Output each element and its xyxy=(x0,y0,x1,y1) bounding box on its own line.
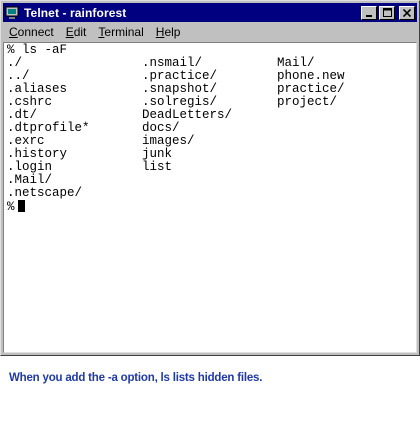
menu-help[interactable]: Help xyxy=(150,23,187,41)
telnet-window: Telnet - rainforest Connect Edit Termina… xyxy=(0,0,420,356)
close-button[interactable] xyxy=(399,5,415,20)
caption-text: When you add the -a option, ls lists hid… xyxy=(9,372,263,384)
menu-terminal[interactable]: Terminal xyxy=(92,23,149,41)
window-title: Telnet - rainforest xyxy=(24,5,127,20)
minimize-button[interactable] xyxy=(361,5,377,20)
listing-row: .login list xyxy=(7,161,407,174)
file-entry: .netscape/ xyxy=(7,186,83,200)
file-entry: list xyxy=(142,160,173,174)
telnet-app-icon[interactable] xyxy=(5,6,19,20)
menu-edit[interactable]: Edit xyxy=(60,23,93,41)
title-bar[interactable]: Telnet - rainforest xyxy=(3,3,417,22)
prompt-line: % xyxy=(7,200,25,214)
listing-row: .dtprofile* docs/ xyxy=(7,122,407,135)
maximize-button[interactable] xyxy=(379,5,395,20)
menu-connect[interactable]: Connect xyxy=(3,23,60,41)
shell-prompt: % xyxy=(7,200,15,214)
file-entry: project/ xyxy=(277,95,338,109)
listing-row: .exrc images/ xyxy=(7,135,407,148)
listing-row: .netscape/ xyxy=(7,187,407,200)
text-cursor xyxy=(17,200,25,212)
listing-row: .history junk xyxy=(7,148,407,161)
menu-bar: Connect Edit Terminal Help xyxy=(3,23,417,41)
terminal-output[interactable]: % ls -aF ./ .nsmail/ Mail/ ../ .practice… xyxy=(3,42,417,353)
